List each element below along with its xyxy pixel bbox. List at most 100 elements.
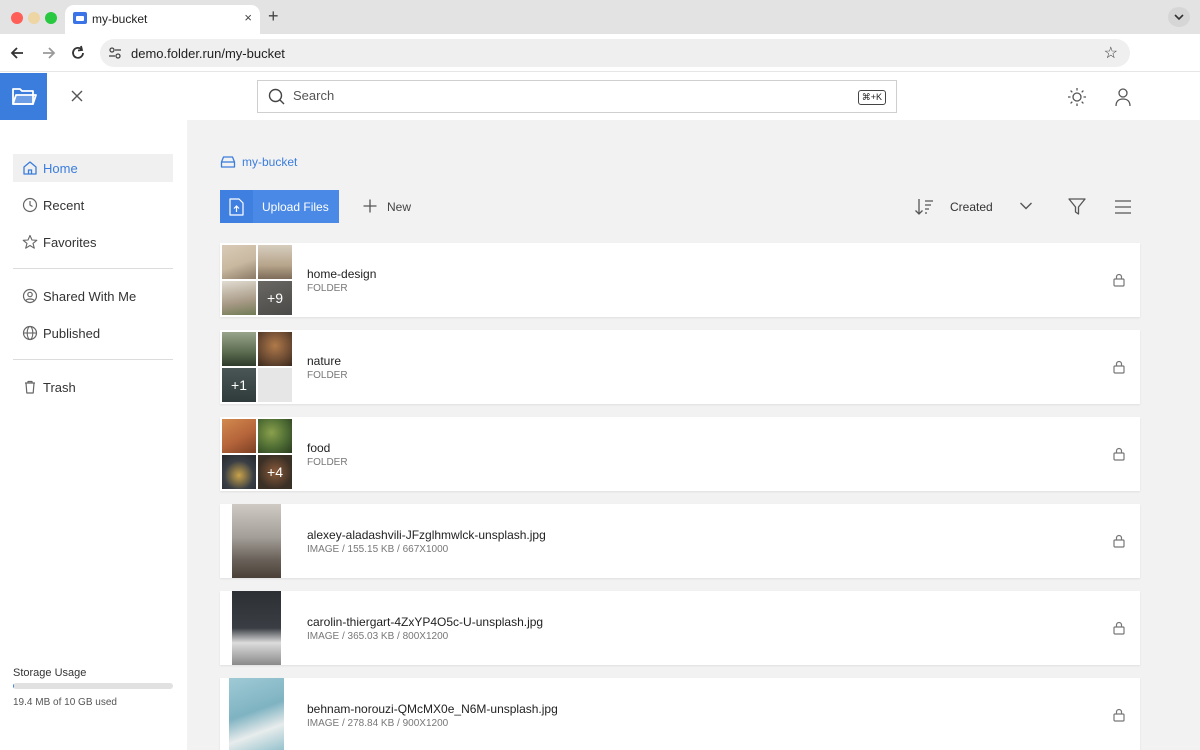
- list-item[interactable]: behnam-norouzi-QMcMX0e_N6M-unsplash.jpg …: [220, 678, 1140, 750]
- search-icon: [268, 88, 285, 105]
- item-name[interactable]: nature: [307, 354, 341, 368]
- thumbnail-placeholder: [258, 368, 292, 402]
- item-name[interactable]: food: [307, 441, 330, 455]
- chevron-down-icon: [1174, 14, 1184, 21]
- sidebar-item-label: Trash: [43, 380, 76, 395]
- upload-files-label: Upload Files: [262, 200, 329, 214]
- image-thumbnail: [229, 678, 284, 750]
- list-item[interactable]: alexey-aladashvili-JFzglhmwlck-unsplash.…: [220, 504, 1140, 578]
- more-count-badge: +9: [267, 290, 283, 306]
- lock-icon[interactable]: [1113, 360, 1125, 374]
- lock-icon[interactable]: [1113, 447, 1125, 461]
- folder-favicon-icon: [73, 12, 87, 24]
- tab-search-button[interactable]: [1168, 7, 1190, 27]
- sidebar-item-label: Shared With Me: [43, 289, 137, 304]
- chevron-down-icon[interactable]: [1019, 200, 1033, 212]
- more-count-badge: +4: [267, 464, 283, 480]
- list-item[interactable]: carolin-thiergart-4ZxYP4O5c-U-unsplash.j…: [220, 591, 1140, 665]
- thumbnail: [222, 332, 256, 366]
- item-name[interactable]: home-design: [307, 267, 376, 281]
- lock-icon[interactable]: [1113, 708, 1125, 722]
- window-close-button[interactable]: [11, 12, 23, 24]
- bucket-drive-icon: [220, 156, 236, 168]
- thumbnail: +9: [258, 281, 292, 315]
- sidebar-item-trash[interactable]: Trash: [13, 373, 173, 401]
- clock-icon: [22, 197, 38, 213]
- thumbnail: [222, 281, 256, 315]
- site-settings-icon[interactable]: [108, 47, 122, 59]
- sidebar-item-label: Published: [43, 326, 101, 341]
- filter-icon[interactable]: [1067, 197, 1087, 217]
- browser-tab[interactable]: my-bucket ×: [65, 5, 260, 34]
- user-circle-icon: [22, 288, 38, 304]
- window-minimize-button[interactable]: [28, 12, 40, 24]
- browser-tabstrip: my-bucket × +: [0, 0, 1200, 34]
- list-item[interactable]: +9 home-design FOLDER: [220, 243, 1140, 317]
- app-logo[interactable]: [0, 73, 47, 120]
- upload-icon-wrap: [220, 190, 253, 223]
- sidebar-item-label: Favorites: [43, 235, 97, 250]
- thumbnail: [222, 455, 256, 489]
- sidebar-item-recent[interactable]: Recent: [13, 191, 173, 219]
- item-meta: FOLDER: [307, 370, 348, 381]
- storage-usage-bar: [13, 683, 173, 689]
- item-meta: FOLDER: [307, 457, 348, 468]
- tab-close-icon[interactable]: ×: [244, 10, 252, 25]
- trash-icon: [25, 380, 35, 394]
- list-item[interactable]: +4 food FOLDER: [220, 417, 1140, 491]
- sort-field-select[interactable]: Created: [950, 200, 993, 214]
- main-content: my-bucket Upload Files New Created +9 ho…: [187, 120, 1200, 750]
- thumbnail: +4: [258, 455, 292, 489]
- tab-title: my-bucket: [92, 12, 148, 26]
- thumbnail: [222, 419, 256, 453]
- folder-thumbnail-grid: +4: [222, 419, 292, 489]
- account-user-icon[interactable]: [1114, 87, 1132, 107]
- search-shortcut-badge: ⌘+K: [857, 90, 886, 105]
- folder-thumbnail-grid: +1: [222, 332, 292, 402]
- bookmark-star-icon[interactable]: ☆: [1104, 43, 1118, 63]
- sidebar-divider: [13, 268, 173, 269]
- search-input[interactable]: [293, 88, 793, 103]
- globe-icon: [22, 325, 38, 341]
- sidebar: Home Recent Favorites Shared With Me Pub…: [0, 120, 187, 750]
- thumbnail: +1: [222, 368, 256, 402]
- folder-logo-icon: [12, 88, 37, 105]
- list-view-menu-icon[interactable]: [1114, 199, 1132, 215]
- theme-toggle-sun-icon[interactable]: [1067, 87, 1087, 107]
- lock-icon[interactable]: [1113, 273, 1125, 287]
- sidebar-item-shared-with-me[interactable]: Shared With Me: [13, 282, 173, 310]
- upload-file-icon: [229, 198, 244, 216]
- url-text: demo.folder.run/my-bucket: [131, 46, 285, 61]
- app-header: ⌘+K: [0, 73, 1200, 120]
- lock-icon[interactable]: [1113, 621, 1125, 635]
- item-name[interactable]: alexey-aladashvili-JFzglhmwlck-unsplash.…: [307, 528, 546, 542]
- breadcrumb-bucket[interactable]: my-bucket: [242, 155, 297, 169]
- address-bar[interactable]: demo.folder.run/my-bucket ☆: [100, 39, 1130, 67]
- reload-icon[interactable]: [68, 43, 88, 63]
- window-zoom-button[interactable]: [45, 12, 57, 24]
- item-name[interactable]: carolin-thiergart-4ZxYP4O5c-U-unsplash.j…: [307, 615, 543, 629]
- thumbnail: [258, 245, 292, 279]
- thumbnail: [222, 245, 256, 279]
- plus-icon: [363, 199, 377, 213]
- new-tab-button[interactable]: +: [268, 6, 279, 26]
- more-count-badge: +1: [231, 377, 247, 393]
- folder-thumbnail-grid: +9: [222, 245, 292, 315]
- sort-direction-icon[interactable]: [914, 198, 934, 216]
- home-icon: [23, 161, 37, 175]
- item-name[interactable]: behnam-norouzi-QMcMX0e_N6M-unsplash.jpg: [307, 702, 558, 716]
- upload-files-button[interactable]: Upload Files: [220, 190, 339, 223]
- lock-icon[interactable]: [1113, 534, 1125, 548]
- back-arrow-icon[interactable]: [8, 43, 28, 63]
- list-item[interactable]: +1 nature FOLDER: [220, 330, 1140, 404]
- item-meta: IMAGE / 278.84 KB / 900X1200: [307, 718, 449, 729]
- sidebar-item-label: Recent: [43, 198, 85, 213]
- search-box[interactable]: ⌘+K: [257, 80, 897, 113]
- sidebar-item-published[interactable]: Published: [13, 319, 173, 347]
- thumbnail: [258, 419, 292, 453]
- sidebar-item-home[interactable]: Home: [13, 154, 173, 182]
- item-meta: FOLDER: [307, 283, 348, 294]
- forward-arrow-icon[interactable]: [38, 43, 58, 63]
- sidebar-item-favorites[interactable]: Favorites: [13, 228, 173, 256]
- close-sidebar-icon[interactable]: [68, 87, 86, 105]
